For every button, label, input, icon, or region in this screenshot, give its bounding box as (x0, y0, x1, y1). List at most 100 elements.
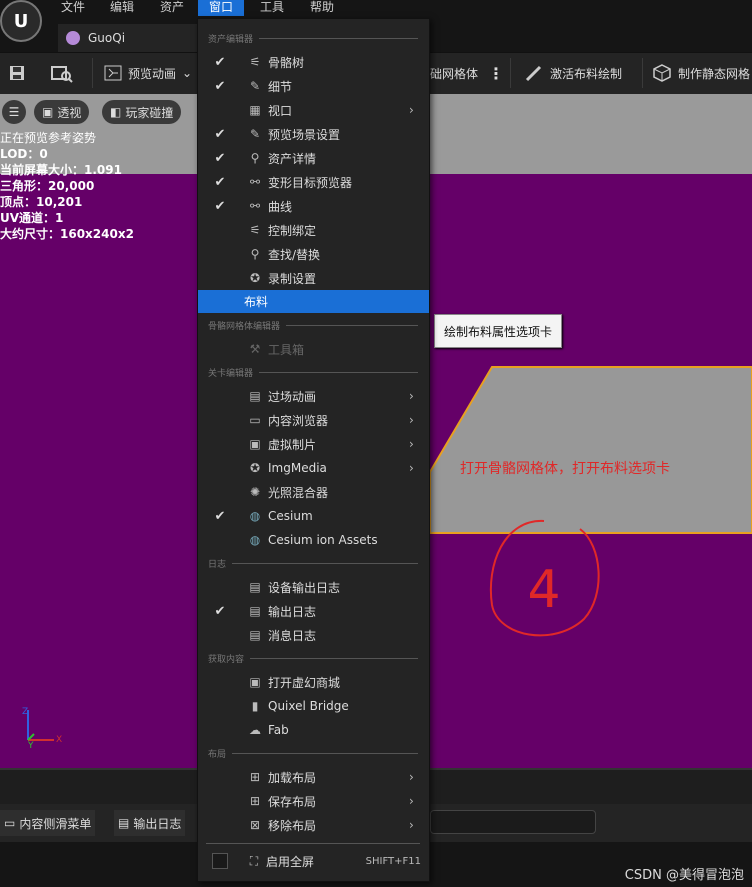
content-drawer-button[interactable]: ▭ 内容侧滑菜单 (0, 810, 96, 836)
activate-cloth-paint-button[interactable]: 激活布料绘制 (524, 58, 622, 88)
fullscreen-checkbox[interactable] (212, 853, 228, 869)
viewport-stats: 正在预览参考姿势 LOD：0 当前屏幕大小：1.091 三角形：20,000 顶… (0, 130, 200, 242)
menu-asset[interactable]: 资产 (156, 0, 188, 16)
stat-line: 顶点：10,201 (0, 195, 83, 209)
stat-line: 正在预览参考姿势 (0, 131, 97, 145)
menu-item-light-mixer[interactable]: ✺ 光照混合器 (198, 480, 429, 504)
menu-item-output-log[interactable]: ✔ ▤ 输出日志 (198, 599, 429, 623)
console-input[interactable] (430, 810, 596, 834)
menu-item-morph-target[interactable]: ✔ ⚯ 变形目标预览器 (198, 170, 429, 194)
viewport-menu-icon[interactable]: ☰ (2, 100, 26, 124)
viewport-grid-icon: ▦ (249, 103, 261, 117)
cesium-icon: ◍ (249, 533, 261, 547)
output-log-button[interactable]: ▤ 输出日志 (114, 810, 186, 836)
film-reel-icon: ✪ (249, 271, 261, 285)
remove-layout-icon: ⊠ (249, 818, 261, 832)
menu-item-content-browser[interactable]: ▭ 内容浏览器 › (198, 408, 429, 432)
preview-animation-label: 预览动画 (128, 66, 177, 81)
menu-item-device-output-log[interactable]: ▤ 设备输出日志 (198, 575, 429, 599)
menu-help[interactable]: 帮助 (306, 0, 338, 16)
watermark: CSDN @美得冒泡泡 (624, 868, 744, 883)
menu-item-control-rig[interactable]: ⚟ 控制绑定 (198, 218, 429, 242)
log-icon: ▤ (249, 580, 261, 594)
tab-guoqi[interactable]: GuoQi (58, 24, 198, 52)
log-icon: ▤ (249, 628, 261, 642)
folder-search-icon: ▭ (249, 413, 261, 427)
menu-item-cinematics[interactable]: ▤ 过场动画 › (198, 384, 429, 408)
menu-item-remove-layout[interactable]: ⊠ 移除布局 › (198, 813, 429, 837)
menu-item-cesium-ion-assets[interactable]: ◍ Cesium ion Assets (198, 528, 429, 552)
stat-line: 大约尺寸：160x240x2 (0, 227, 134, 241)
menu-item-virtual-production[interactable]: ▣ 虚拟制片 › (198, 432, 429, 456)
browse-asset-button[interactable] (50, 58, 74, 88)
menu-item-load-layout[interactable]: ⊞ 加载布局 › (198, 765, 429, 789)
make-static-mesh-button[interactable]: 制作静态网格 (652, 58, 750, 88)
menu-item-find-replace[interactable]: ⚲ 查找/替换 (198, 242, 429, 266)
menu-window[interactable]: 窗口 (198, 0, 244, 16)
menu-item-fullscreen[interactable]: ⛶ 启用全屏 SHIFT+F11 (198, 849, 429, 873)
menu-item-cesium[interactable]: ✔ ◍ Cesium (198, 504, 429, 528)
collision-icon: ◧ (110, 105, 122, 119)
menu-item-details[interactable]: ✔ ✎ 细节 (198, 74, 429, 98)
virtual-production-icon: ▣ (249, 437, 261, 451)
perspective-label: 透视 (57, 105, 82, 120)
bridge-icon: ▮ (251, 699, 259, 713)
activate-cloth-label: 激活布料绘制 (550, 66, 623, 81)
save-icon (10, 66, 24, 80)
menu-item-imgmedia[interactable]: ✪ ImgMedia › (198, 456, 429, 480)
chevron-right-icon: › (409, 437, 414, 451)
store-icon: ▣ (249, 675, 261, 689)
unreal-logo-icon[interactable]: U (0, 0, 42, 42)
load-layout-icon: ⊞ (249, 770, 261, 784)
section-skeletal-mesh-editor: 骨骼网格体编辑器 (208, 318, 418, 332)
player-collision-button[interactable]: ◧ 玩家碰撞 (102, 100, 182, 124)
section-asset-editor: 资产编辑器 (208, 31, 418, 45)
menu-item-asset-details[interactable]: ✔ ⚲ 资产详情 (198, 146, 429, 170)
content-drawer-label: 内容侧滑菜单 (19, 816, 92, 831)
pencil-icon: ✎ (249, 127, 261, 141)
save-button[interactable] (8, 58, 26, 88)
annotation-text: 打开骨骼网格体，打开布料选项卡 (460, 461, 670, 477)
perspective-button[interactable]: ▣ 透视 (34, 100, 90, 124)
toolbar-separator (510, 58, 511, 88)
light-icon: ✺ (249, 485, 261, 499)
folder-icon: ▭ (4, 816, 16, 830)
static-mesh-icon (653, 64, 671, 82)
preview-animation-dropdown[interactable]: 预览动画 ⌄ (104, 58, 192, 88)
menu-item-quixel-bridge[interactable]: ▮ Quixel Bridge (198, 694, 429, 718)
fullscreen-icon: ⛶ (249, 853, 259, 868)
menu-tools[interactable]: 工具 (256, 0, 288, 16)
base-mesh-button[interactable]: 础网格体 (430, 58, 478, 88)
menu-item-skeleton-tree[interactable]: ✔ ⚟ 骨骼树 (198, 50, 429, 74)
menu-item-marketplace[interactable]: ▣ 打开虚幻商城 (198, 670, 429, 694)
menu-item-curves[interactable]: ✔ ⚯ 曲线 (198, 194, 429, 218)
stat-line: LOD：0 (0, 147, 48, 161)
menu-item-cloth[interactable]: 布料 (198, 290, 429, 313)
menu-file[interactable]: 文件 (58, 0, 88, 16)
axis-gizmo-icon: Z X Y (20, 704, 64, 753)
menu-item-fab[interactable]: ☁ Fab (198, 718, 429, 742)
window-menu-dropdown: 资产编辑器 ✔ ⚟ 骨骼树 ✔ ✎ 细节 ▦ 视口 › ✔ ✎ 预览场景设置 ✔ ⚲ 资产详情 ✔ ⚯… (197, 18, 430, 882)
more-options-icon[interactable]: ⋮ (488, 58, 504, 88)
chevron-right-icon: › (409, 461, 414, 475)
menu-divider (206, 843, 420, 844)
asset-details-icon: ⚲ (250, 151, 260, 165)
section-get-content: 获取内容 (208, 651, 418, 665)
paint-brush-icon (525, 65, 542, 82)
svg-text:Z: Z (22, 707, 28, 717)
log-icon: ▤ (249, 604, 261, 618)
curve-icon: ⚯ (249, 199, 261, 213)
menu-item-viewport[interactable]: ▦ 视口 › (198, 98, 429, 122)
chevron-right-icon: › (409, 818, 414, 832)
collision-label: 玩家碰撞 (125, 105, 174, 120)
menu-item-message-log[interactable]: ▤ 消息日志 (198, 623, 429, 647)
stat-line: 当前屏幕大小：1.091 (0, 163, 122, 177)
make-static-label: 制作静态网格 (678, 66, 751, 81)
menu-item-save-layout[interactable]: ⊞ 保存布局 › (198, 789, 429, 813)
menu-item-preview-scene[interactable]: ✔ ✎ 预览场景设置 (198, 122, 429, 146)
toolbar-separator (642, 58, 643, 88)
menu-edit[interactable]: 编辑 (106, 0, 138, 16)
search-icon: ⚲ (250, 247, 260, 261)
menu-item-record-settings[interactable]: ✪ 录制设置 (198, 266, 429, 290)
film-reel-icon: ✪ (249, 461, 261, 475)
